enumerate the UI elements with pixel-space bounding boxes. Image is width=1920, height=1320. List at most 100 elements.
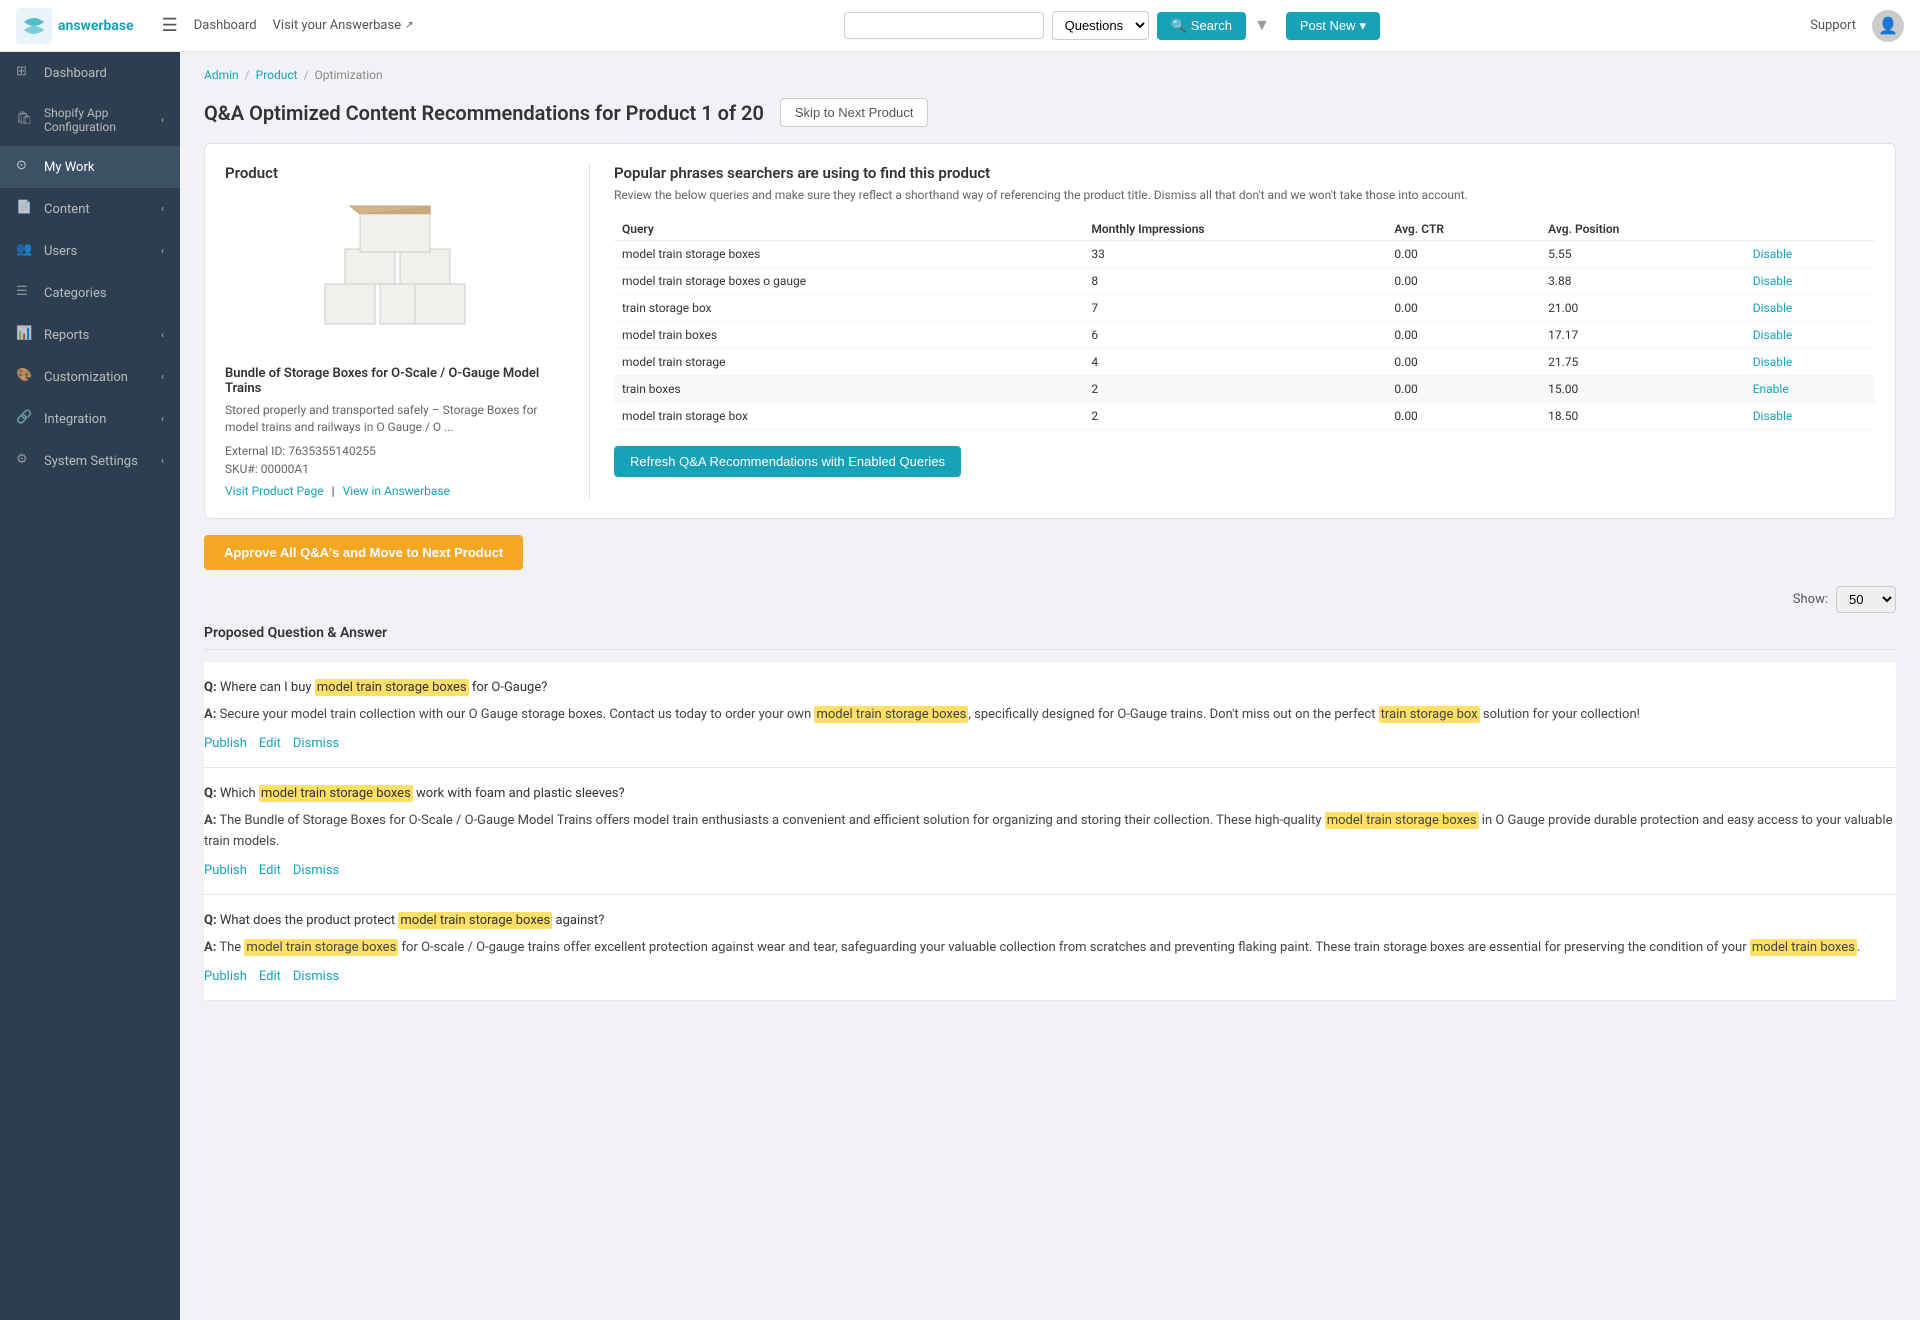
- support-link[interactable]: Support: [1810, 18, 1856, 33]
- breadcrumb-product[interactable]: Product: [256, 68, 298, 82]
- approve-button[interactable]: Approve All Q&A's and Move to Next Produ…: [204, 535, 523, 570]
- edit-link[interactable]: Edit: [259, 863, 281, 878]
- external-link-icon: ↗: [405, 20, 413, 31]
- query-action-link[interactable]: Disable: [1753, 328, 1793, 342]
- query-action-link[interactable]: Disable: [1753, 301, 1793, 315]
- breadcrumb-current: Optimization: [315, 68, 383, 82]
- qa-question: Q: Where can I buy model train storage b…: [204, 678, 1896, 698]
- qa-block: Q: What does the product protect model t…: [204, 895, 1896, 1001]
- edit-link[interactable]: Edit: [259, 969, 281, 984]
- dismiss-link[interactable]: Dismiss: [293, 863, 339, 878]
- query-action-link[interactable]: Enable: [1753, 382, 1789, 396]
- query-action-link[interactable]: Disable: [1753, 355, 1793, 369]
- logo[interactable]: answerbase: [16, 8, 134, 44]
- table-row: model train boxes 6 0.00 17.17 Disable: [614, 322, 1875, 349]
- sidebar-item-shopify[interactable]: 🛍 Shopify App Configuration ‹: [0, 94, 180, 146]
- edit-link[interactable]: Edit: [259, 736, 281, 751]
- sidebar-item-mywork[interactable]: ⊙ My Work: [0, 146, 180, 188]
- impressions-cell: 7: [1083, 295, 1386, 322]
- breadcrumb-admin[interactable]: Admin: [204, 68, 239, 82]
- action-cell[interactable]: Disable: [1745, 403, 1875, 430]
- ctr-cell: 0.00: [1386, 403, 1540, 430]
- table-row: model train storage 4 0.00 21.75 Disable: [614, 349, 1875, 376]
- search-icon: 🔍: [1171, 18, 1187, 34]
- impressions-cell: 2: [1083, 403, 1386, 430]
- visit-link[interactable]: Visit your Answerbase ↗: [273, 18, 414, 33]
- post-new-button[interactable]: Post New ▾: [1286, 12, 1380, 40]
- publish-link[interactable]: Publish: [204, 736, 247, 751]
- action-cell[interactable]: Enable: [1745, 376, 1875, 403]
- position-cell: 21.00: [1540, 295, 1745, 322]
- query-action-link[interactable]: Disable: [1753, 274, 1793, 288]
- action-cell[interactable]: Disable: [1745, 268, 1875, 295]
- position-cell: 15.00: [1540, 376, 1745, 403]
- arrow-icon: ‹: [161, 456, 164, 467]
- ctr-cell: 0.00: [1386, 349, 1540, 376]
- dismiss-link[interactable]: Dismiss: [293, 736, 339, 751]
- qa-block: Q: Which model train storage boxes work …: [204, 768, 1896, 895]
- query-action-link[interactable]: Disable: [1753, 409, 1793, 423]
- arrow-icon: ‹: [161, 372, 164, 383]
- action-cell[interactable]: Disable: [1745, 349, 1875, 376]
- dashboard-link[interactable]: Dashboard: [194, 18, 257, 33]
- sidebar-item-users[interactable]: 👥 Users ‹: [0, 230, 180, 272]
- query-cell: train boxes: [614, 376, 1083, 403]
- skip-button[interactable]: Skip to Next Product: [780, 98, 929, 127]
- refresh-button[interactable]: Refresh Q&A Recommendations with Enabled…: [614, 446, 961, 477]
- product-desc: Stored properly and transported safely –…: [225, 402, 565, 436]
- show-control: Show: 50 25 100: [204, 586, 1896, 613]
- query-action-link[interactable]: Disable: [1753, 247, 1793, 261]
- avatar[interactable]: 👤: [1872, 10, 1904, 42]
- filter-button[interactable]: ▼: [1254, 17, 1270, 35]
- sidebar: ⊞ Dashboard 🛍 Shopify App Configuration …: [0, 52, 180, 1320]
- categories-icon: ☰: [16, 284, 34, 302]
- view-in-answerbase-link[interactable]: View in Answerbase: [343, 484, 450, 498]
- dropdown-icon: ▾: [1359, 18, 1366, 34]
- col-ctr: Avg. CTR: [1386, 218, 1540, 241]
- sidebar-item-content[interactable]: 📄 Content ‹: [0, 188, 180, 230]
- query-cell: model train boxes: [614, 322, 1083, 349]
- product-image: [315, 204, 475, 344]
- query-cell: train storage box: [614, 295, 1083, 322]
- visit-product-link[interactable]: Visit Product Page: [225, 484, 324, 498]
- logo-text: answerbase: [58, 18, 134, 34]
- vertical-divider: [589, 164, 590, 498]
- position-cell: 3.88: [1540, 268, 1745, 295]
- sidebar-item-reports[interactable]: 📊 Reports ‹: [0, 314, 180, 356]
- arrow-icon: ‹: [161, 115, 164, 126]
- search-type-select[interactable]: Questions: [1052, 11, 1149, 40]
- impressions-cell: 2: [1083, 376, 1386, 403]
- col-position: Avg. Position: [1540, 218, 1745, 241]
- users-icon: 👥: [16, 242, 34, 260]
- qa-question: Q: What does the product protect model t…: [204, 911, 1896, 931]
- queries-title: Popular phrases searchers are using to f…: [614, 164, 1875, 182]
- product-panel: Product: [225, 164, 565, 498]
- position-cell: 21.75: [1540, 349, 1745, 376]
- action-cell[interactable]: Disable: [1745, 322, 1875, 349]
- show-select[interactable]: 50 25 100: [1836, 586, 1896, 613]
- sidebar-item-settings[interactable]: ⚙ System Settings ‹: [0, 440, 180, 482]
- col-query: Query: [614, 218, 1083, 241]
- action-cell[interactable]: Disable: [1745, 241, 1875, 268]
- menu-icon[interactable]: ☰: [162, 15, 178, 36]
- customization-icon: 🎨: [16, 368, 34, 386]
- shopify-icon: 🛍: [16, 111, 34, 129]
- impressions-cell: 6: [1083, 322, 1386, 349]
- query-cell: model train storage: [614, 349, 1083, 376]
- qa-block: Q: Where can I buy model train storage b…: [204, 662, 1896, 768]
- sidebar-item-integration[interactable]: 🔗 Integration ‹: [0, 398, 180, 440]
- search-button[interactable]: 🔍 Search: [1157, 12, 1246, 40]
- action-cell[interactable]: Disable: [1745, 295, 1875, 322]
- search-input[interactable]: [844, 12, 1044, 39]
- ctr-cell: 0.00: [1386, 295, 1540, 322]
- dismiss-link[interactable]: Dismiss: [293, 969, 339, 984]
- table-row: train boxes 2 0.00 15.00 Enable: [614, 376, 1875, 403]
- publish-link[interactable]: Publish: [204, 863, 247, 878]
- sidebar-item-categories[interactable]: ☰ Categories: [0, 272, 180, 314]
- sidebar-item-customization[interactable]: 🎨 Customization ‹: [0, 356, 180, 398]
- qa-actions: Publish Edit Dismiss: [204, 969, 1896, 984]
- publish-link[interactable]: Publish: [204, 969, 247, 984]
- table-row: model train storage boxes o gauge 8 0.00…: [614, 268, 1875, 295]
- sidebar-item-dashboard[interactable]: ⊞ Dashboard: [0, 52, 180, 94]
- content-icon: 📄: [16, 200, 34, 218]
